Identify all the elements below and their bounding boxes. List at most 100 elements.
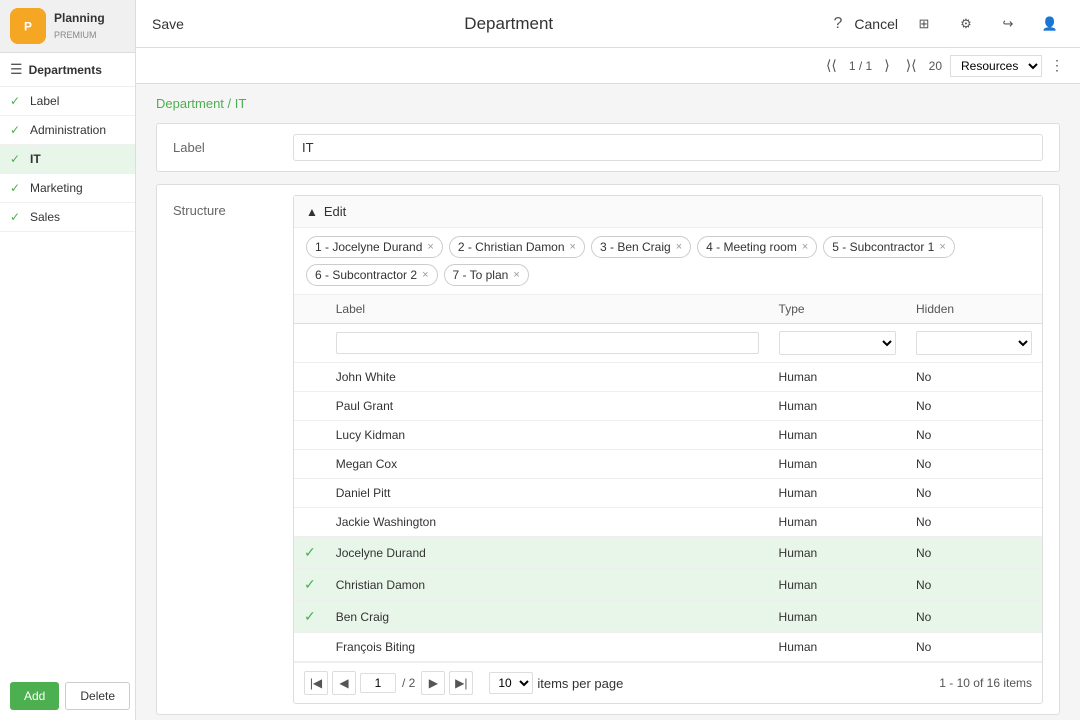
- topbar-right: ? Cancel ⊞ ⚙ ↪ 👤: [834, 10, 1065, 38]
- th-label: Label: [326, 295, 769, 324]
- check-icon: ✓: [10, 94, 24, 108]
- tag-label: 5 - Subcontractor 1: [832, 240, 934, 254]
- row-type-cell: Human: [769, 508, 906, 537]
- pag-last-button[interactable]: ⟩⟨: [902, 55, 921, 76]
- row-label-cell: François Biting: [326, 633, 769, 662]
- sidebar-section-title: Departments: [29, 63, 102, 77]
- table-pagination: |◀ ◀ / 2 ▶ ▶| 10 20 50: [294, 662, 1042, 703]
- resources-select[interactable]: Resources: [950, 55, 1042, 77]
- menu-icon[interactable]: ☰: [10, 61, 23, 78]
- label-filter-input[interactable]: [336, 332, 759, 354]
- table-row[interactable]: John White Human No: [294, 363, 1042, 392]
- tag-close-icon[interactable]: ×: [802, 241, 808, 253]
- row-type-cell: Human: [769, 421, 906, 450]
- sidebar-item-marketing[interactable]: ✓ Marketing: [0, 174, 135, 203]
- row-check-cell: ✓: [294, 569, 326, 601]
- row-type-cell: Human: [769, 392, 906, 421]
- sidebar-item-it[interactable]: ✓ IT: [0, 145, 135, 174]
- tpag-first-button[interactable]: |◀: [304, 671, 328, 695]
- row-label-cell: Daniel Pitt: [326, 479, 769, 508]
- row-type-cell: Human: [769, 537, 906, 569]
- sidebar-item-sales[interactable]: ✓ Sales: [0, 203, 135, 232]
- items-per-page: 10 20 50 items per page: [489, 672, 623, 694]
- structure-table-wrapper: Label Type Hidden: [294, 295, 1042, 662]
- row-label-cell: Christian Damon: [326, 569, 769, 601]
- tpag-next-button[interactable]: ▶: [421, 671, 445, 695]
- pag-next-button[interactable]: ⟩: [880, 55, 893, 76]
- tpag-last-button[interactable]: ▶|: [449, 671, 473, 695]
- tag-close-icon[interactable]: ×: [570, 241, 576, 253]
- layers-icon[interactable]: ⊞: [910, 10, 938, 38]
- settings-icon[interactable]: ⚙: [952, 10, 980, 38]
- sidebar-item-marketing-text: Marketing: [30, 181, 83, 195]
- tag-label: 2 - Christian Damon: [458, 240, 565, 254]
- tag-close-icon[interactable]: ×: [676, 241, 682, 253]
- sidebar-nav-header: ☰ Departments: [0, 53, 135, 87]
- structure-edit-toggle[interactable]: ▲ Edit: [294, 196, 1042, 228]
- table-row[interactable]: ✓ Ben Craig Human No: [294, 601, 1042, 633]
- filter-type-cell: [769, 324, 906, 363]
- label-field-wrapper: [293, 134, 1043, 161]
- sidebar-item-sales-text: Sales: [30, 210, 60, 224]
- table-row[interactable]: Megan Cox Human No: [294, 450, 1042, 479]
- items-per-page-label: items per page: [537, 676, 623, 691]
- row-label-cell: Jocelyne Durand: [326, 537, 769, 569]
- label-section: Label: [156, 123, 1060, 172]
- tag-close-icon[interactable]: ×: [427, 241, 433, 253]
- help-icon[interactable]: ?: [834, 15, 843, 33]
- share-icon[interactable]: ↪: [994, 10, 1022, 38]
- filter-check-col: [294, 324, 326, 363]
- tag-close-icon[interactable]: ×: [939, 241, 945, 253]
- label-input[interactable]: [293, 134, 1043, 161]
- check-icon: ✓: [10, 181, 24, 195]
- filter-hidden-cell: [906, 324, 1042, 363]
- th-type: Type: [769, 295, 906, 324]
- add-button[interactable]: Add: [10, 682, 59, 710]
- structure-table: Label Type Hidden: [294, 295, 1042, 662]
- filter-row: [294, 324, 1042, 363]
- user-icon[interactable]: 👤: [1036, 10, 1064, 38]
- row-check-cell: [294, 450, 326, 479]
- row-check-cell: ✓: [294, 601, 326, 633]
- pag-first-button[interactable]: ⟨⟨: [822, 55, 841, 76]
- row-check-cell: [294, 633, 326, 662]
- row-check-cell: [294, 392, 326, 421]
- tag-label: 4 - Meeting room: [706, 240, 797, 254]
- row-type-cell: Human: [769, 569, 906, 601]
- content-area: Department / IT Label Structure ▲ Edit: [136, 84, 1080, 720]
- tag-close-icon[interactable]: ×: [513, 269, 519, 281]
- tpag-prev-button[interactable]: ◀: [332, 671, 356, 695]
- row-hidden-cell: No: [906, 508, 1042, 537]
- table-row[interactable]: Paul Grant Human No: [294, 392, 1042, 421]
- more-options-icon[interactable]: ⋮: [1050, 57, 1064, 74]
- type-filter-select[interactable]: [779, 331, 896, 355]
- row-type-cell: Human: [769, 633, 906, 662]
- row-hidden-cell: No: [906, 479, 1042, 508]
- sidebar-item-label[interactable]: ✓ Label: [0, 87, 135, 116]
- delete-button[interactable]: Delete: [65, 682, 130, 710]
- breadcrumb[interactable]: Department / IT: [156, 96, 1060, 111]
- topbar-title: Department: [464, 14, 553, 34]
- row-check-cell: [294, 421, 326, 450]
- tpag-page-input[interactable]: [360, 673, 396, 693]
- row-type-cell: Human: [769, 479, 906, 508]
- check-icon: ✓: [10, 123, 24, 137]
- save-button[interactable]: Save: [152, 16, 184, 32]
- tag-tag1: 1 - Jocelyne Durand×: [306, 236, 443, 258]
- cancel-button[interactable]: Cancel: [854, 16, 898, 32]
- row-hidden-cell: No: [906, 450, 1042, 479]
- table-row[interactable]: ✓ Christian Damon Human No: [294, 569, 1042, 601]
- th-check: [294, 295, 326, 324]
- items-per-page-select[interactable]: 10 20 50: [489, 672, 533, 694]
- row-label-cell: John White: [326, 363, 769, 392]
- table-row[interactable]: Lucy Kidman Human No: [294, 421, 1042, 450]
- table-row[interactable]: François Biting Human No: [294, 633, 1042, 662]
- sidebar-item-administration[interactable]: ✓ Administration: [0, 116, 135, 145]
- table-row[interactable]: Jackie Washington Human No: [294, 508, 1042, 537]
- tag-tag6: 6 - Subcontractor 2×: [306, 264, 438, 286]
- table-row[interactable]: ✓ Jocelyne Durand Human No: [294, 537, 1042, 569]
- table-row[interactable]: Daniel Pitt Human No: [294, 479, 1042, 508]
- row-label-cell: Jackie Washington: [326, 508, 769, 537]
- tag-close-icon[interactable]: ×: [422, 269, 428, 281]
- hidden-filter-select[interactable]: [916, 331, 1032, 355]
